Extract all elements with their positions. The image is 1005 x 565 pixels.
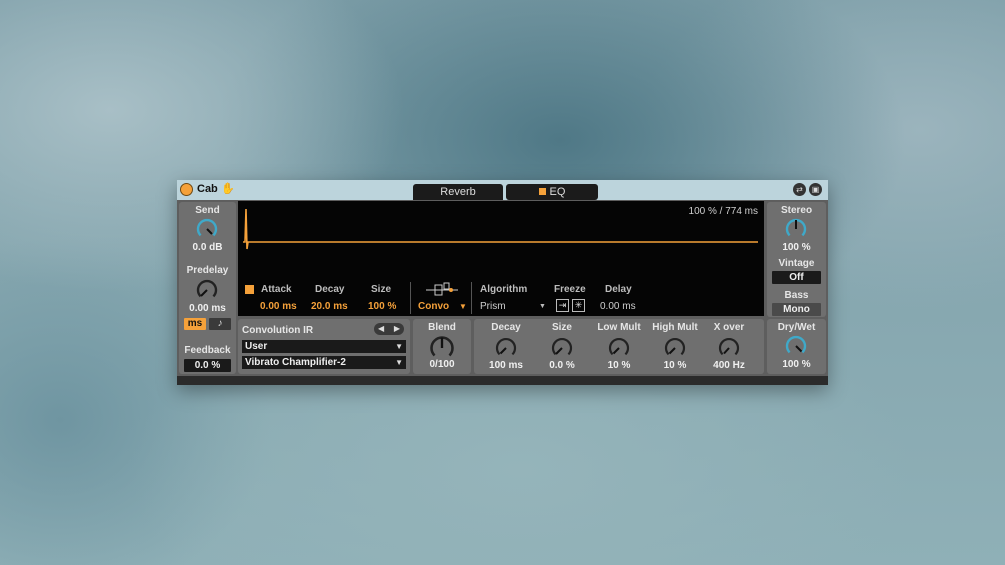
vintage-field[interactable]: Off — [772, 271, 821, 284]
stereo-knob[interactable] — [784, 217, 808, 241]
decay-label: Decay — [315, 284, 345, 295]
blend-label: Blend — [428, 322, 456, 333]
left-panel: Send 0.0 dB Predelay 0.00 ms ms ♪ Feedba… — [179, 202, 236, 374]
tab-reverb[interactable]: Reverb — [413, 184, 503, 200]
reverb-knobs-panel: Decay 100 ms Size 0.0 % Low Mult 10 % Hi… — [474, 319, 764, 374]
send-label: Send — [195, 205, 220, 216]
knob-xover-label: X over — [713, 322, 745, 333]
mode-value[interactable]: Convo — [418, 301, 449, 312]
swap-icon[interactable]: ⇄ — [793, 183, 806, 196]
delay-label: Delay — [605, 284, 632, 295]
title-bar: Cab ✋ Reverb EQ ⇄ ▣ — [177, 180, 828, 200]
blend-value: 0/100 — [429, 359, 455, 370]
feedback-label: Feedback — [184, 345, 231, 356]
drywet-value: 100 % — [782, 359, 811, 370]
ms-button[interactable]: ms — [184, 318, 206, 330]
drywet-panel: Dry/Wet 100 % — [767, 319, 826, 374]
reverb-device: Cab ✋ Reverb EQ ⇄ ▣ Send 0.0 dB Predelay… — [177, 180, 828, 385]
vintage-label: Vintage — [778, 258, 815, 269]
low-mult-knob[interactable] — [607, 336, 631, 360]
size-value[interactable]: 100 % — [368, 301, 396, 312]
ir-nav: ◀ ▶ — [374, 323, 404, 335]
bass-mono-button[interactable]: Mono — [772, 303, 821, 316]
prev-icon[interactable]: ◀ — [378, 323, 384, 335]
blend-panel: Blend 0/100 — [413, 319, 471, 374]
save-icon[interactable]: ▣ — [809, 183, 822, 196]
delay-value[interactable]: 0.00 ms — [600, 301, 636, 312]
knob-size-label: Size — [551, 322, 572, 333]
tab-eq-label: EQ — [549, 186, 566, 198]
knob-xover-value: 400 Hz — [713, 360, 745, 371]
send-knob[interactable] — [195, 217, 219, 241]
next-icon[interactable]: ▶ — [394, 323, 400, 335]
stereo-value: 100 % — [782, 242, 811, 253]
algorithm-dropdown-icon[interactable]: ▼ — [539, 303, 546, 310]
knob-decay-value: 100 ms — [489, 360, 523, 371]
algorithm-label: Algorithm — [480, 284, 528, 295]
device-name: Cab — [197, 183, 218, 195]
bass-label: Bass — [784, 290, 809, 301]
drywet-knob[interactable] — [784, 334, 808, 358]
device-footer — [177, 376, 828, 385]
mode-dropdown-icon[interactable]: ▼ — [459, 302, 467, 311]
chevron-down-icon: ▼ — [395, 342, 403, 351]
ir-waveform — [243, 208, 758, 250]
attack-toggle[interactable] — [245, 285, 254, 294]
eq-toggle-icon[interactable] — [538, 188, 546, 195]
divider — [410, 282, 411, 314]
size-label: Size — [371, 284, 392, 295]
freeze-in-icon[interactable]: ⇥ — [556, 299, 569, 312]
freeze-label: Freeze — [554, 284, 586, 295]
hand-icon[interactable]: ✋ — [221, 182, 235, 195]
device-body: Send 0.0 dB Predelay 0.00 ms ms ♪ Feedba… — [177, 200, 828, 376]
stereo-label: Stereo — [780, 205, 813, 216]
decay-knob[interactable] — [494, 336, 518, 360]
ir-file-dropdown[interactable]: Vibrato Champlifier-2 ▼ — [242, 356, 406, 369]
knob-lowmult-value: 10 % — [607, 360, 631, 371]
convolution-panel: Convolution IR ◀ ▶ User ▼ Vibrato Champl… — [238, 319, 410, 374]
tab-eq[interactable]: EQ — [506, 184, 598, 200]
reverb-display: 100 % / 774 ms Attack 0.00 ms Decay 20.0… — [238, 201, 764, 316]
predelay-label: Predelay — [186, 265, 229, 276]
feedback-field[interactable]: 0.0 % — [184, 359, 231, 372]
xover-knob[interactable] — [717, 336, 741, 360]
knob-decay-label: Decay — [491, 322, 521, 333]
high-mult-knob[interactable] — [663, 336, 687, 360]
decay-value[interactable]: 20.0 ms — [311, 301, 348, 312]
routing-icon[interactable] — [425, 282, 459, 298]
right-panel: Stereo 100 % Vintage Off Bass Mono — [767, 202, 826, 317]
ir-category-value: User — [245, 341, 268, 352]
ir-file-value: Vibrato Champlifier-2 — [245, 357, 346, 368]
send-value: 0.0 dB — [192, 242, 223, 253]
freeze-icon[interactable]: ✳ — [572, 299, 585, 312]
knob-highmult-value: 10 % — [663, 360, 687, 371]
algorithm-value[interactable]: Prism — [480, 301, 506, 312]
drywet-label: Dry/Wet — [777, 322, 816, 333]
chevron-down-icon: ▼ — [395, 358, 403, 367]
power-icon[interactable] — [180, 183, 193, 196]
note-sync-button[interactable]: ♪ — [209, 318, 231, 330]
convolution-title: Convolution IR — [242, 325, 314, 336]
divider — [471, 282, 472, 314]
knob-size-value: 0.0 % — [549, 360, 575, 371]
knob-lowmult-label: Low Mult — [597, 322, 641, 333]
size-knob[interactable] — [550, 336, 574, 360]
blend-knob[interactable] — [428, 334, 456, 362]
predelay-knob[interactable] — [195, 278, 219, 302]
knob-highmult-label: High Mult — [652, 322, 698, 333]
ir-category-dropdown[interactable]: User ▼ — [242, 340, 406, 353]
predelay-value: 0.00 ms — [189, 303, 226, 314]
attack-value[interactable]: 0.00 ms — [260, 301, 297, 312]
attack-label: Attack — [261, 284, 292, 295]
